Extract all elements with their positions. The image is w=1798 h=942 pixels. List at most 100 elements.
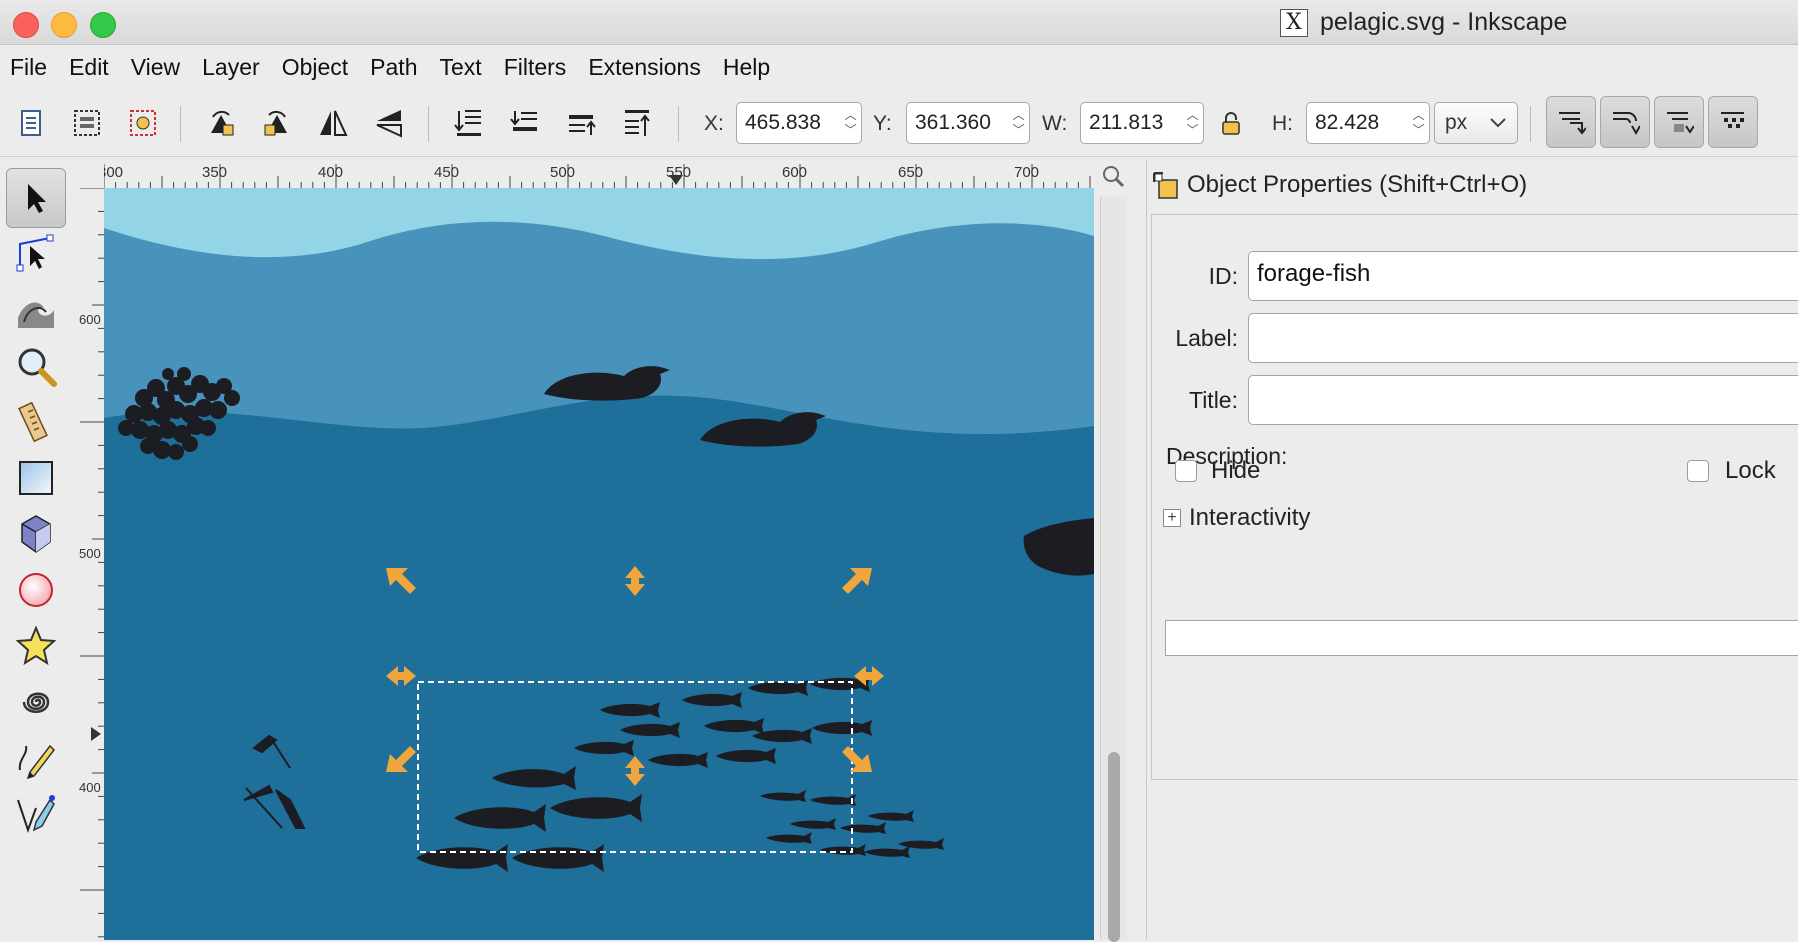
h-label: H:	[1272, 112, 1293, 135]
menu-extensions[interactable]: Extensions	[578, 54, 713, 81]
ruler-label: 300	[104, 164, 124, 181]
lock-checkbox[interactable]	[1687, 460, 1709, 482]
x-spinbox[interactable]: ︿﹀	[736, 102, 862, 144]
interactivity-label[interactable]: Interactivity	[1189, 504, 1310, 532]
y-spinbox[interactable]: ︿﹀	[906, 102, 1030, 144]
ruler-label: 600	[782, 164, 808, 181]
selector-arrow-icon	[28, 184, 46, 213]
scrollbar-thumb[interactable]	[1108, 752, 1120, 942]
ruler-label: 600	[79, 312, 101, 327]
title-field[interactable]	[1248, 375, 1798, 425]
ruler-label: 350	[202, 164, 228, 181]
chevron-down-icon[interactable]: ﹀	[1187, 123, 1199, 138]
x-stepper[interactable]: ︿ ﹀	[840, 108, 861, 138]
vertical-ruler[interactable]: 600 500 400	[76, 188, 104, 940]
menu-help[interactable]: Help	[713, 54, 782, 81]
w-stepper[interactable]: ︿ ﹀	[1182, 108, 1203, 138]
panel-header[interactable]: Object Properties (Shift+Ctrl+O)	[1151, 170, 1527, 200]
canvas-vertical-scrollbar[interactable]	[1100, 196, 1127, 942]
star-tool-button[interactable]	[6, 616, 66, 676]
tweak-icon	[18, 302, 54, 328]
chevron-up-icon[interactable]: ︿	[845, 108, 857, 123]
pencil-tool-button[interactable]	[6, 728, 66, 788]
transform-patterns-toggle[interactable]	[1708, 96, 1758, 148]
window-title-group: X pelagic.svg - Inkscape	[1280, 8, 1567, 37]
node-tool-button[interactable]	[6, 224, 66, 284]
lock-proportions-button[interactable]	[1210, 102, 1252, 144]
w-label: W:	[1042, 112, 1068, 135]
transform-corners-toggle[interactable]	[1600, 96, 1650, 148]
ellipse-icon	[19, 573, 53, 607]
hide-label: Hide	[1211, 457, 1261, 484]
window-titlebar[interactable]: X pelagic.svg - Inkscape	[0, 0, 1798, 45]
id-input[interactable]	[1249, 252, 1798, 296]
title-label: Title:	[1189, 387, 1238, 413]
drawing-canvas[interactable]	[104, 188, 1094, 940]
title-input[interactable]	[1249, 376, 1798, 420]
chevron-down-icon[interactable]: ﹀	[1013, 123, 1025, 138]
toolbox	[0, 160, 76, 940]
menu-file[interactable]: File	[0, 54, 59, 81]
x-label: X:	[704, 112, 724, 135]
select-all-layers-button[interactable]	[66, 102, 108, 144]
select-all-layers-icon	[74, 110, 100, 136]
unit-select[interactable]: px	[1434, 102, 1518, 144]
tool-controls-bar: X: ︿﹀ Y: ︿﹀ W: ︿﹀ H: ︿﹀ px	[0, 92, 1798, 157]
close-window-button[interactable]	[13, 12, 39, 38]
y-stepper[interactable]: ︿ ﹀	[1008, 108, 1029, 138]
select-all-button[interactable]	[10, 102, 52, 144]
hide-checkbox[interactable]	[1175, 460, 1197, 482]
raise-button[interactable]	[560, 102, 602, 144]
interactivity-expander[interactable]: +	[1163, 509, 1181, 527]
flip-vertical-button[interactable]	[368, 102, 410, 144]
3d-box-tool-button[interactable]	[6, 504, 66, 564]
toolbar-separator	[1530, 106, 1531, 142]
chevron-up-icon[interactable]: ︿	[1187, 108, 1199, 123]
zoom-window-button[interactable]	[90, 12, 116, 38]
rotate-cw-button[interactable]	[256, 102, 298, 144]
flip-horizontal-button[interactable]	[312, 102, 354, 144]
ellipse-tool-button[interactable]	[6, 560, 66, 620]
spiral-tool-button[interactable]	[6, 672, 66, 732]
lower-button[interactable]	[504, 102, 546, 144]
menu-object[interactable]: Object	[272, 54, 360, 81]
pen-tool-button[interactable]	[6, 784, 66, 844]
w-spinbox[interactable]: ︿﹀	[1080, 102, 1204, 144]
horizontal-ruler[interactable]: 300 350 400 450 500 550 600 650 700	[104, 160, 1094, 188]
h-stepper[interactable]: ︿ ﹀	[1408, 108, 1429, 138]
measure-tool-button[interactable]	[6, 392, 66, 452]
menu-filters[interactable]: Filters	[494, 54, 579, 81]
label-label: Label:	[1175, 325, 1238, 351]
menu-edit[interactable]: Edit	[59, 54, 121, 81]
lower-to-bottom-button[interactable]	[448, 102, 490, 144]
transform-stroke-toggle[interactable]	[1546, 96, 1596, 148]
y-input[interactable]	[907, 110, 1009, 136]
chevron-down-icon[interactable]: ﹀	[845, 123, 857, 138]
deselect-button[interactable]	[122, 102, 164, 144]
x-input[interactable]	[737, 110, 841, 136]
chevron-up-icon[interactable]: ︿	[1013, 108, 1025, 123]
label-input[interactable]	[1249, 314, 1798, 358]
rectangle-tool-button[interactable]	[6, 448, 66, 508]
rotate-ccw-button[interactable]	[200, 102, 242, 144]
menu-view[interactable]: View	[121, 54, 192, 81]
chevron-up-icon[interactable]: ︿	[1413, 108, 1425, 123]
move-patterns-icon	[1721, 112, 1744, 128]
menu-path[interactable]: Path	[360, 54, 429, 81]
minimize-window-button[interactable]	[51, 12, 77, 38]
zoom-corner-button[interactable]	[1100, 163, 1126, 189]
w-input[interactable]	[1081, 110, 1183, 136]
chevron-down-icon[interactable]: ﹀	[1413, 123, 1425, 138]
selector-tool-button[interactable]	[6, 168, 66, 228]
label-field[interactable]	[1248, 313, 1798, 363]
raise-to-top-button[interactable]	[616, 102, 658, 144]
h-input[interactable]	[1307, 110, 1409, 136]
zoom-tool-button[interactable]	[6, 336, 66, 396]
tweak-tool-button[interactable]	[6, 280, 66, 340]
h-spinbox[interactable]: ︿﹀	[1306, 102, 1430, 144]
menu-text[interactable]: Text	[430, 54, 494, 81]
id-field[interactable]	[1248, 251, 1798, 301]
menu-layer[interactable]: Layer	[192, 54, 272, 81]
description-field[interactable]	[1165, 620, 1798, 656]
transform-gradients-toggle[interactable]	[1654, 96, 1704, 148]
